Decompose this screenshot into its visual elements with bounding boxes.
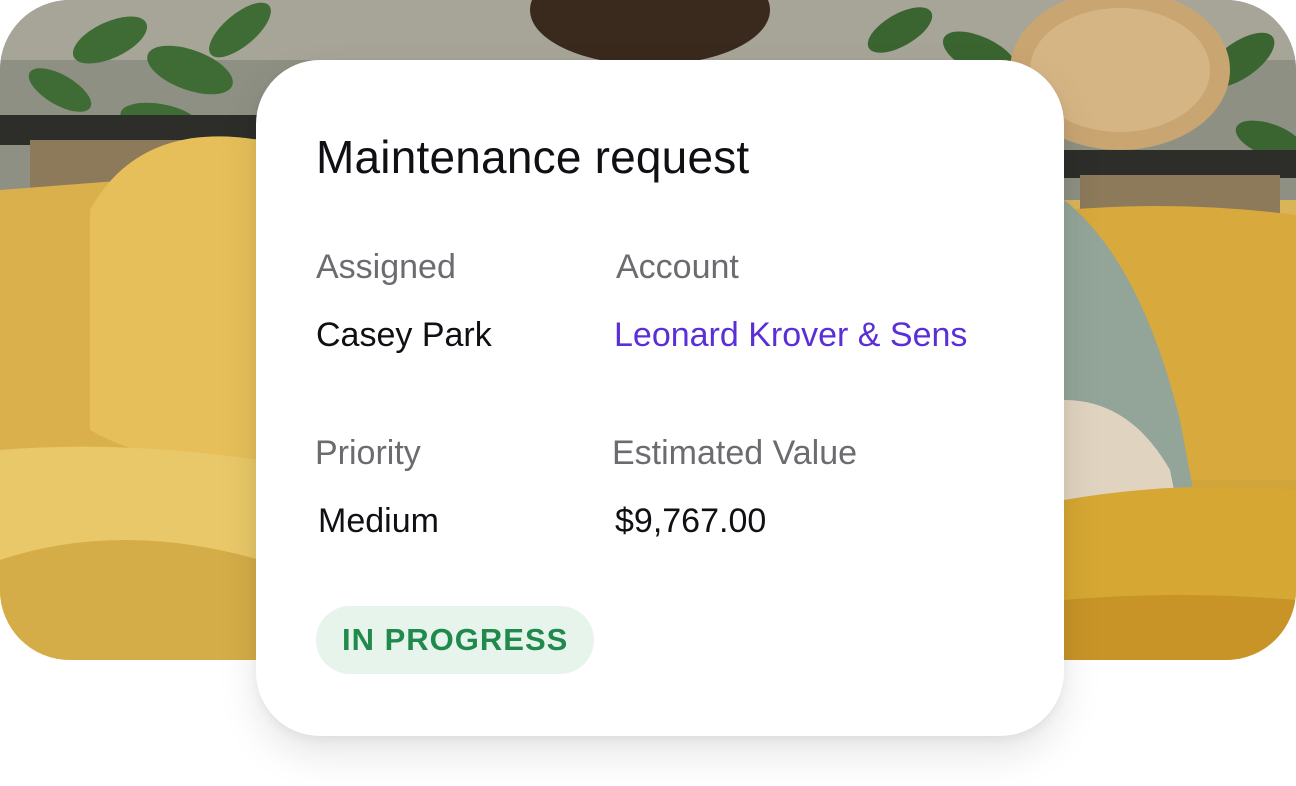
- estimated-value-label: Estimated Value: [612, 434, 858, 472]
- assigned-value: Casey Park: [316, 316, 492, 354]
- priority-value: Medium: [318, 502, 439, 540]
- priority-label: Priority: [315, 434, 421, 472]
- stage: Maintenance request Assigned Casey Park …: [0, 0, 1296, 786]
- status-badge: IN PROGRESS: [316, 606, 595, 674]
- assigned-label: Assigned: [316, 248, 456, 286]
- maintenance-request-card: Maintenance request Assigned Casey Park …: [256, 60, 1064, 736]
- account-link[interactable]: Leonard Krover & Sens: [614, 316, 967, 355]
- estimated-value: $9,767.00: [615, 502, 767, 540]
- account-label: Account: [616, 248, 739, 286]
- card-title: Maintenance request: [316, 131, 750, 183]
